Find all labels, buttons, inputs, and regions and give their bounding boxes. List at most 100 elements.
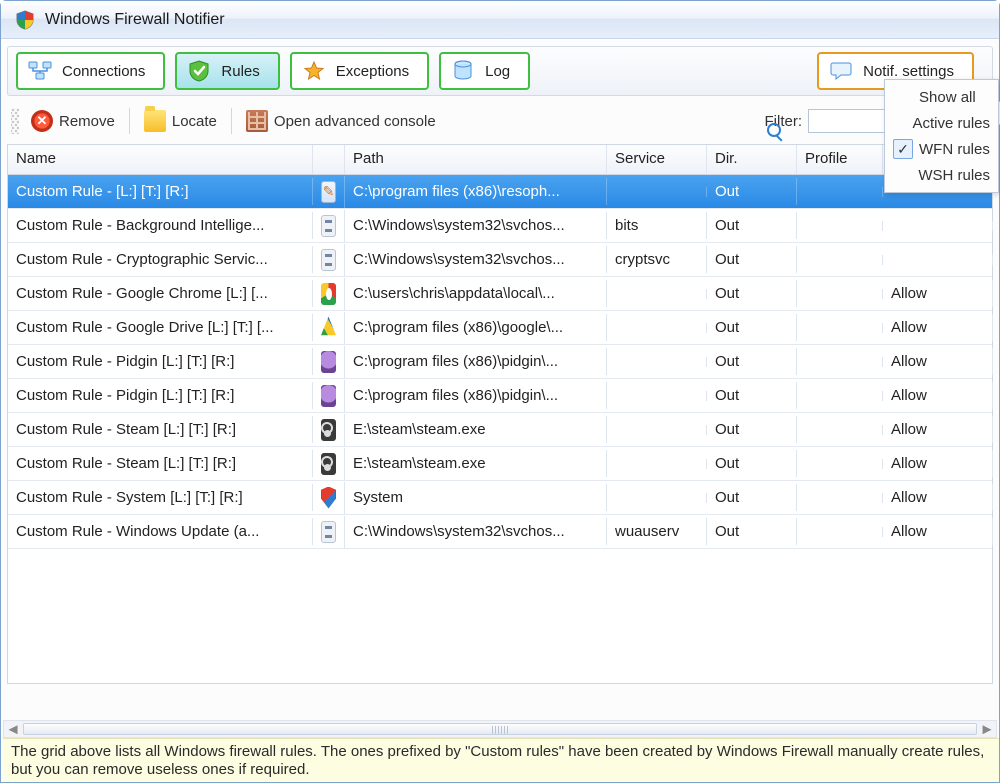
table-row[interactable]: Custom Rule - Google Chrome [L:] [... C:\… xyxy=(8,277,992,311)
cell-action xyxy=(883,221,993,231)
remove-button[interactable]: Remove xyxy=(23,107,123,135)
tab-exceptions[interactable]: Exceptions xyxy=(290,52,429,90)
locate-button[interactable]: Locate xyxy=(136,107,225,135)
info-bar: The grid above lists all Windows firewal… xyxy=(3,738,999,782)
cell-service xyxy=(607,187,707,197)
table-row[interactable]: Custom Rule - Windows Update (a...C:\Win… xyxy=(8,515,992,549)
cell-dir: Out xyxy=(707,348,797,375)
cell-icon xyxy=(313,482,345,514)
toolbar-separator xyxy=(129,108,130,134)
cell-action: Allow xyxy=(883,484,993,511)
table-row[interactable]: Custom Rule - Steam [L:] [T:] [R:]E:\ste… xyxy=(8,447,992,481)
cell-profile xyxy=(797,323,883,333)
cell-name: Custom Rule - Pidgin [L:] [T:] [R:] xyxy=(8,348,313,375)
scroll-left-arrow-icon[interactable]: ◄ xyxy=(4,721,22,737)
log-icon xyxy=(451,60,475,82)
cell-profile xyxy=(797,357,883,367)
scroll-thumb[interactable] xyxy=(23,723,977,735)
remove-label: Remove xyxy=(59,113,115,130)
cell-service: cryptsvc xyxy=(607,246,707,273)
cell-name: Custom Rule - Pidgin [L:] [T:] [R:] xyxy=(8,382,313,409)
col-header-service[interactable]: Service xyxy=(607,145,707,174)
rules-grid: Name Path Service Dir. Profile Custom Ru… xyxy=(7,144,993,684)
check-icon xyxy=(893,165,912,185)
cell-dir: Out xyxy=(707,450,797,477)
cell-name: Custom Rule - Background Intellige... xyxy=(8,212,313,239)
cell-name: Custom Rule - Cryptographic Servic... xyxy=(8,246,313,273)
col-header-profile[interactable]: Profile xyxy=(797,145,883,174)
firewall-icon xyxy=(246,110,268,132)
svc-icon xyxy=(321,521,336,543)
toolbar-grip-icon xyxy=(11,108,19,134)
cell-action: Allow xyxy=(883,518,993,545)
cell-profile xyxy=(797,459,883,469)
cell-service xyxy=(607,357,707,367)
horizontal-scrollbar[interactable]: ◄ ► xyxy=(3,720,997,738)
cell-path: C:\Windows\system32\svchos... xyxy=(345,246,607,273)
cell-service xyxy=(607,323,707,333)
table-row[interactable]: Custom Rule - Background Intellige... C:\… xyxy=(8,209,992,243)
table-row[interactable]: Custom Rule - System [L:] [T:] [R:] Syste… xyxy=(8,481,992,515)
filter-menu-label: WSH rules xyxy=(918,167,990,184)
svc-icon xyxy=(321,215,336,237)
cell-name: Custom Rule - System [L:] [T:] [R:] xyxy=(8,484,313,511)
cell-service xyxy=(607,493,707,503)
cell-profile xyxy=(797,255,883,265)
col-header-path[interactable]: Path xyxy=(345,145,607,174)
tab-log[interactable]: Log xyxy=(439,52,530,90)
cell-icon xyxy=(313,516,345,548)
cell-path: C:\Windows\system32\svchos... xyxy=(345,212,607,239)
filter-menu-item[interactable]: Active rules xyxy=(887,110,996,136)
cell-path: System xyxy=(345,484,607,511)
scroll-right-arrow-icon[interactable]: ► xyxy=(978,721,996,737)
cell-icon xyxy=(313,448,345,480)
shield-icon xyxy=(321,487,336,509)
cell-path: C:\users\chris\appdata\local\... xyxy=(345,280,607,307)
cell-action: Allow xyxy=(883,382,993,409)
table-row[interactable]: Custom Rule - Google Drive [L:] [T:] [..… xyxy=(8,311,992,345)
col-header-dir[interactable]: Dir. xyxy=(707,145,797,174)
cell-profile xyxy=(797,493,883,503)
cell-path: C:\Windows\system32\svchos... xyxy=(345,518,607,545)
col-header-icon[interactable] xyxy=(313,145,345,174)
tab-rules[interactable]: Rules xyxy=(175,52,279,90)
cell-icon xyxy=(313,244,345,276)
filter-menu-item[interactable]: ✓ WFN rules xyxy=(887,136,996,162)
cell-service xyxy=(607,425,707,435)
advanced-label: Open advanced console xyxy=(274,113,436,130)
title-bar: Windows Firewall Notifier xyxy=(1,1,999,39)
cell-action: Allow xyxy=(883,450,993,477)
col-header-name[interactable]: Name xyxy=(8,145,313,174)
cell-icon xyxy=(313,346,345,378)
cell-name: Custom Rule - [L:] [T:] [R:] xyxy=(8,178,313,205)
filter-menu: Show allActive rules ✓ WFN rules WSH rules xyxy=(884,79,999,193)
cell-profile xyxy=(797,187,883,197)
cell-profile xyxy=(797,425,883,435)
cell-name: Custom Rule - Google Chrome [L:] [... xyxy=(8,280,313,307)
table-row[interactable]: Custom Rule - Pidgin [L:] [T:] [R:] C:\pr… xyxy=(8,379,992,413)
filter-menu-item[interactable]: Show all xyxy=(887,84,996,110)
table-row[interactable]: Custom Rule - Cryptographic Servic... C:\… xyxy=(8,243,992,277)
cell-dir: Out xyxy=(707,382,797,409)
open-advanced-button[interactable]: Open advanced console xyxy=(238,107,444,135)
cell-service xyxy=(607,391,707,401)
table-row[interactable]: Custom Rule - Pidgin [L:] [T:] [R:]C:\pr… xyxy=(8,345,992,379)
tab-connections-label: Connections xyxy=(62,63,145,80)
cell-dir: Out xyxy=(707,246,797,273)
check-icon xyxy=(893,113,906,133)
cell-path: C:\program files (x86)\pidgin\... xyxy=(345,382,607,409)
cell-dir: Out xyxy=(707,280,797,307)
tab-connections[interactable]: Connections xyxy=(16,52,165,90)
app-shield-icon xyxy=(15,10,35,30)
grid-header: Name Path Service Dir. Profile xyxy=(8,145,992,175)
filter-menu-item[interactable]: WSH rules xyxy=(887,162,996,188)
filter-menu-label: WFN rules xyxy=(919,141,990,158)
cell-profile xyxy=(797,221,883,231)
cell-profile xyxy=(797,527,883,537)
table-row[interactable]: Custom Rule - Steam [L:] [T:] [R:]E:\ste… xyxy=(8,413,992,447)
rules-icon xyxy=(187,60,211,82)
check-icon: ✓ xyxy=(893,139,913,159)
cell-path: C:\program files (x86)\resoph... xyxy=(345,178,607,205)
cell-path: C:\program files (x86)\google\... xyxy=(345,314,607,341)
table-row[interactable]: Custom Rule - [L:] [T:] [R:] C:\program f… xyxy=(8,175,992,209)
